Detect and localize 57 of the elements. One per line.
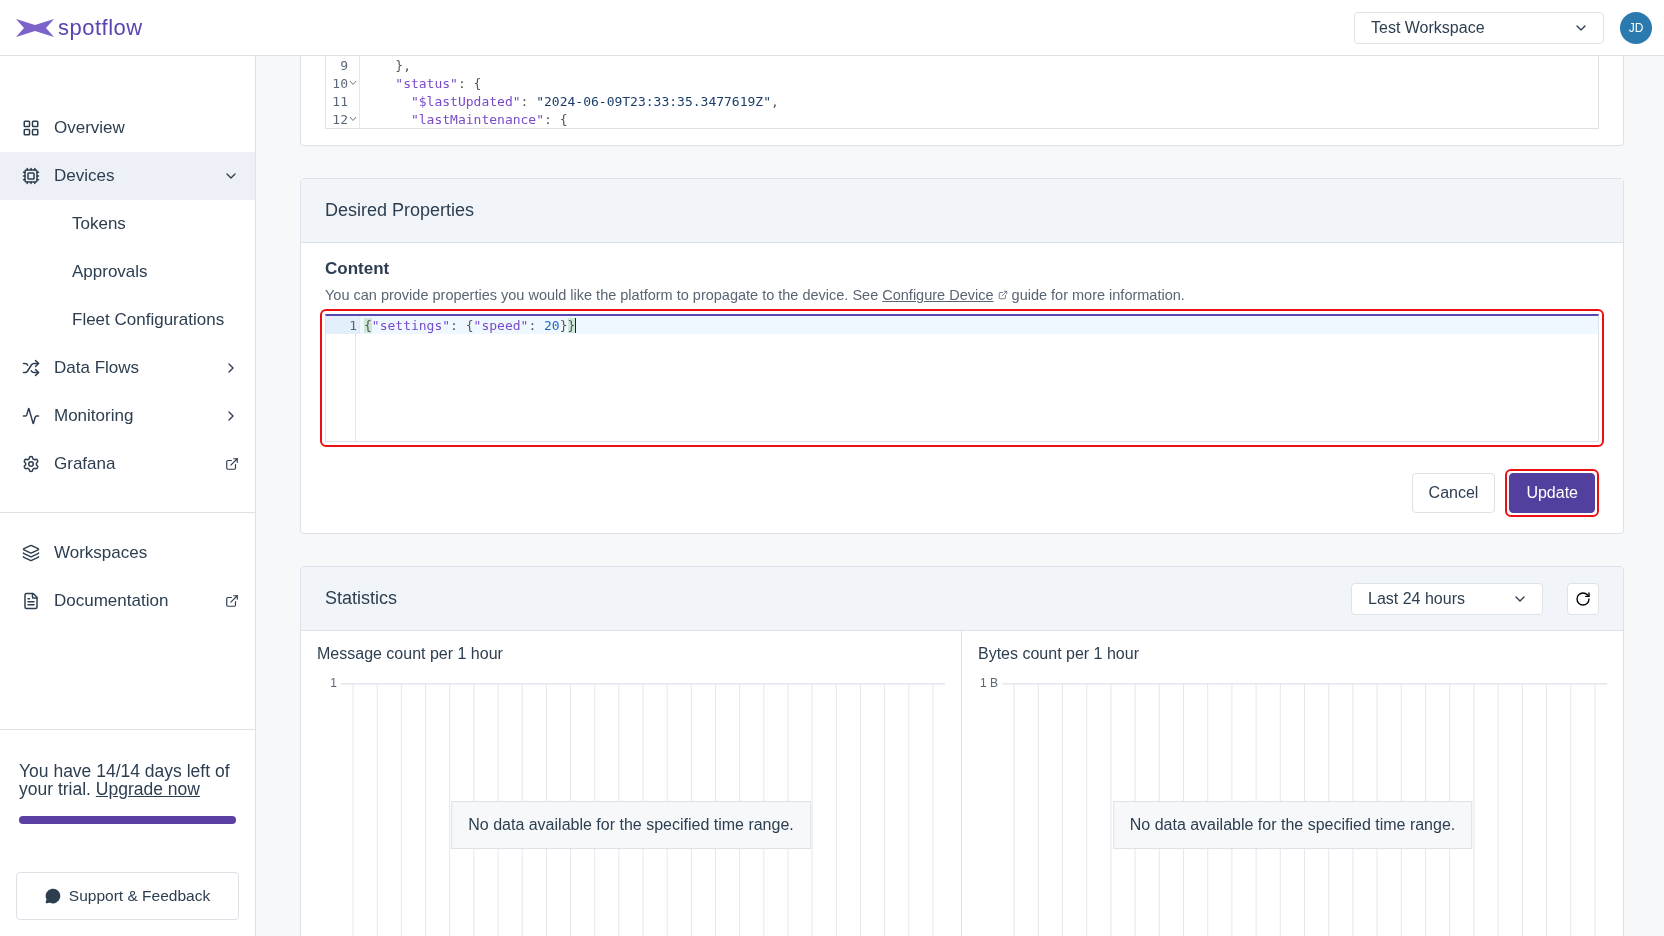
chat-bubble-icon bbox=[44, 888, 61, 904]
code-line: }, bbox=[394, 57, 411, 73]
refresh-button[interactable] bbox=[1567, 582, 1599, 615]
nav-item[interactable]: Overview bbox=[0, 104, 255, 152]
cancel-button[interactable]: Cancel bbox=[1411, 473, 1496, 513]
fold-caret-icon[interactable] bbox=[349, 116, 357, 122]
nav-item[interactable]: Grafana bbox=[0, 440, 255, 488]
code-editor[interactable]: 9 }, 10 "status": { 11 "$lastUpdated": "2024-06-09T23:33:35.3477619Z", 12 "lastMaintenance": { bbox=[325, 56, 1599, 129]
code-editor[interactable]: 1 {"settings": {"speed": 20}} bbox=[325, 314, 1599, 442]
nav-item[interactable]: Data Flows bbox=[0, 344, 255, 392]
no-data-message: No data available for the specified time range. bbox=[451, 801, 811, 849]
nav-item[interactable]: Documentation bbox=[0, 577, 255, 625]
nav-item[interactable]: Devices bbox=[0, 152, 255, 200]
support-button[interactable]: Support & Feedback bbox=[16, 872, 239, 920]
user-avatar[interactable]: JD bbox=[1620, 11, 1652, 44]
chip-icon bbox=[22, 167, 40, 185]
external-link-icon bbox=[225, 457, 239, 471]
field-label: Content bbox=[325, 259, 391, 279]
code-line: "$lastUpdated": "2024-06-09T23:33:35.3477619Z", bbox=[409, 93, 779, 109]
workspace-select[interactable]: Test Workspace bbox=[1354, 11, 1604, 44]
code-line: {"settings": {"speed": 20}} bbox=[363, 317, 577, 333]
nav-subitem[interactable]: Fleet Configurations bbox=[0, 296, 255, 344]
line-number: 1 bbox=[349, 317, 357, 333]
shuffle-icon bbox=[22, 359, 40, 377]
section-title: Statistics bbox=[325, 588, 399, 609]
pulse-icon bbox=[22, 407, 40, 425]
chart-title: Bytes count per 1 hour bbox=[978, 645, 1140, 663]
external-link-icon bbox=[225, 594, 239, 608]
fold-caret-icon[interactable] bbox=[349, 80, 357, 86]
description-text: You can provide properties you would like the platform to propagate to the device. See Configure Device guide for more information. bbox=[325, 287, 1186, 303]
logo-icon bbox=[16, 17, 54, 38]
nav-item[interactable]: Monitoring bbox=[0, 392, 255, 440]
logo-text: spotflow bbox=[58, 14, 143, 41]
line-number: 10 bbox=[332, 75, 348, 91]
grid-icon bbox=[22, 119, 40, 137]
layers-icon bbox=[22, 544, 40, 562]
document-icon bbox=[22, 592, 40, 610]
y-tick-label: 1 B bbox=[979, 677, 998, 692]
external-link-icon bbox=[997, 290, 1008, 300]
trial-message: You have 14/14 days left of your trial. Upgrade now bbox=[19, 762, 231, 798]
code-line: "lastMaintenance": { bbox=[409, 111, 568, 127]
nav-subitem[interactable]: Approvals bbox=[0, 248, 255, 296]
refresh-icon bbox=[1575, 590, 1591, 607]
chart-title: Message count per 1 hour bbox=[317, 645, 504, 663]
nav-item[interactable]: Workspaces bbox=[0, 529, 255, 577]
line-number: 12 bbox=[332, 111, 348, 127]
code-line: "status": { bbox=[394, 75, 482, 91]
update-button[interactable]: Update bbox=[1509, 473, 1595, 513]
line-number: 9 bbox=[340, 57, 348, 73]
gear-icon bbox=[22, 455, 40, 473]
nav-subitem[interactable]: Tokens bbox=[0, 200, 255, 248]
y-tick-label: 1 bbox=[329, 677, 337, 692]
line-number: 11 bbox=[332, 93, 348, 109]
time-range-select[interactable]: Last 24 hours bbox=[1351, 582, 1543, 615]
configure-device-link[interactable]: Configure Device bbox=[882, 287, 994, 303]
section-title: Desired Properties bbox=[325, 200, 476, 221]
no-data-message: No data available for the specified time range. bbox=[1112, 801, 1473, 849]
